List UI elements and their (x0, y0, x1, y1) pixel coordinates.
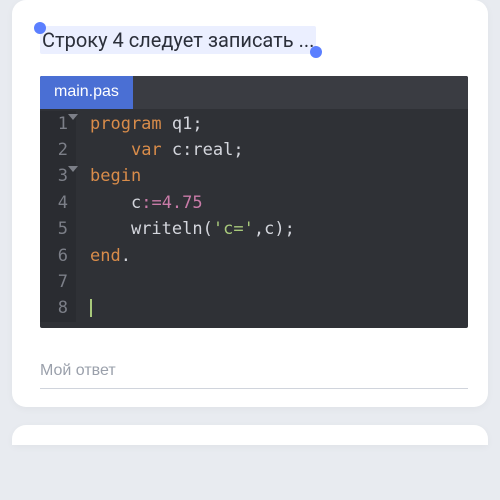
line-number: 4 (50, 190, 68, 216)
line-number: 1 (50, 111, 68, 137)
code-line: c:=4.75 (90, 190, 468, 216)
code-line: var c:real; (90, 137, 468, 163)
selection-handle-end[interactable] (310, 46, 322, 58)
fold-icon[interactable] (68, 166, 78, 172)
code-lines: program q1; var c:real; begin c:=4.75 wr… (76, 111, 468, 322)
code-line: begin (90, 163, 468, 189)
line-number: 6 (50, 243, 68, 269)
question-text: Строку 4 следует записать ... (40, 26, 316, 54)
line-number: 7 (50, 269, 68, 295)
answer-input[interactable] (40, 362, 468, 380)
tab-main-pas[interactable]: main.pas (40, 76, 133, 109)
line-number: 5 (50, 216, 68, 242)
editor-tabs: main.pas (40, 76, 468, 109)
cursor (90, 299, 92, 317)
question-card: Строку 4 следует записать ... main.pas 1… (12, 0, 488, 407)
line-number: 3 (50, 163, 68, 189)
line-number: 2 (50, 137, 68, 163)
answer-field-row (40, 354, 468, 389)
code-line: program q1; (90, 111, 468, 137)
line-number: 8 (50, 295, 68, 321)
code-editor: main.pas 1 2 3 4 5 6 7 8 program q1; var… (40, 76, 468, 328)
fold-icon[interactable] (68, 114, 78, 120)
question-selection[interactable]: Строку 4 следует записать ... (40, 28, 316, 52)
code-line: end. (90, 243, 468, 269)
next-card-peek (12, 425, 488, 445)
code-body: 1 2 3 4 5 6 7 8 program q1; var c:real; … (40, 109, 468, 328)
selection-handle-start[interactable] (34, 22, 46, 34)
code-line (90, 295, 468, 321)
line-gutter: 1 2 3 4 5 6 7 8 (40, 111, 76, 322)
code-line (90, 269, 468, 295)
code-line: writeln('c=',c); (90, 216, 468, 242)
